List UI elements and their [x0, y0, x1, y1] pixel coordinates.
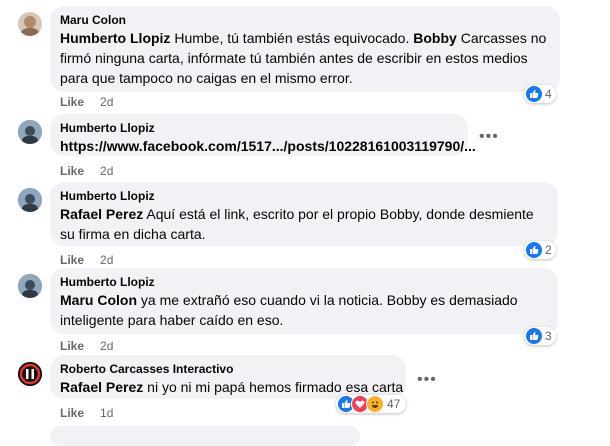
comment-meta: Like 2d: [60, 95, 113, 109]
reaction-count: 2: [545, 243, 552, 257]
like-icon: [526, 242, 542, 258]
comment-text: Rafael Perez ni yo ni mi papá hemos firm…: [60, 377, 403, 397]
timestamp[interactable]: 1d: [100, 406, 113, 420]
like-button[interactable]: Like: [60, 164, 84, 178]
comment-author[interactable]: Roberto Carcasses Interactivo: [60, 361, 396, 377]
next-comment-bubble: [50, 426, 360, 446]
avatar[interactable]: [18, 362, 42, 386]
reaction-summary[interactable]: 3: [524, 327, 556, 345]
mention-link[interactable]: Humberto Llopiz: [60, 30, 170, 46]
reaction-count: 4: [545, 87, 552, 101]
comment-text-part: ni yo ni mi papá hemos firmado esa carta: [143, 379, 404, 395]
like-button[interactable]: Like: [60, 95, 84, 109]
reaction-summary[interactable]: 2: [524, 241, 556, 259]
comment-text: Maru Colon ya me extrañó eso cuando vi l…: [60, 290, 548, 330]
comment-bubble: Maru Colon Humberto Llopiz Humbe, tú tam…: [50, 6, 560, 92]
avatar[interactable]: [18, 188, 42, 212]
comment-text: Humberto Llopiz Humbe, tú también estás …: [60, 28, 550, 88]
comment-text: Rafael Perez Aquí está el link, escrito …: [60, 204, 548, 244]
more-options-icon[interactable]: •••: [479, 128, 499, 146]
like-button[interactable]: Like: [60, 406, 84, 420]
comment-bubble: Humberto Llopiz Maru Colon ya me extrañó…: [50, 268, 558, 334]
comment-link[interactable]: https://www.facebook.com/1517.../posts/1…: [60, 136, 476, 156]
reaction-count: 3: [545, 329, 552, 343]
timestamp[interactable]: 2d: [100, 95, 113, 109]
comment-text-part: Humbe, tú también estás equivocado.: [170, 30, 414, 46]
timestamp[interactable]: 2d: [100, 339, 113, 353]
mention-link[interactable]: Rafael Perez: [60, 379, 143, 395]
comment-bubble: Humberto Llopiz https://www.facebook.com…: [50, 114, 476, 156]
reaction-summary[interactable]: 47: [336, 395, 407, 413]
comment-meta: Like 2d: [60, 164, 113, 178]
like-button[interactable]: Like: [60, 339, 84, 353]
avatar[interactable]: [18, 120, 42, 144]
comment-author[interactable]: Humberto Llopiz: [60, 188, 548, 204]
comment-meta: Like 2d: [60, 253, 113, 267]
more-options-icon[interactable]: •••: [417, 371, 437, 389]
comment-author[interactable]: Humberto Llopiz: [60, 274, 548, 290]
avatar[interactable]: [18, 12, 42, 36]
comment-meta: Like 1d: [60, 406, 113, 420]
comment-author[interactable]: Humberto Llopiz: [60, 120, 458, 136]
comment-bubble: Humberto Llopiz Rafael Perez Aquí está e…: [50, 182, 558, 246]
comment-meta: Like 2d: [60, 339, 113, 353]
haha-icon: [366, 395, 384, 413]
timestamp[interactable]: 2d: [100, 164, 113, 178]
like-icon: [526, 328, 542, 344]
like-icon: [526, 86, 542, 102]
like-button[interactable]: Like: [60, 253, 84, 267]
comment-author[interactable]: Maru Colon: [60, 12, 550, 28]
reaction-summary[interactable]: 4: [524, 85, 556, 103]
comment-bubble: Roberto Carcasses Interactivo Rafael Per…: [50, 355, 406, 399]
reaction-count: 47: [387, 397, 401, 411]
timestamp[interactable]: 2d: [100, 253, 113, 267]
mention-link[interactable]: Rafael Perez: [60, 206, 143, 222]
avatar[interactable]: [18, 274, 42, 298]
mention-bold: Bobby: [413, 30, 457, 46]
mention-link[interactable]: Maru Colon: [60, 292, 137, 308]
